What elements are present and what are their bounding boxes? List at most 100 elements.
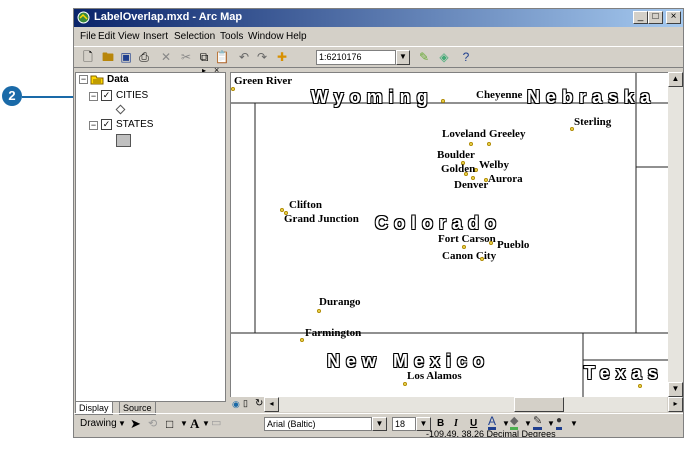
- redo-icon[interactable]: ↷: [254, 50, 270, 65]
- map-label-golden: Golden: [441, 163, 476, 175]
- map-vertical-scrollbar[interactable]: ▲ ▼: [668, 72, 683, 397]
- map-scale-dropdown-button[interactable]: ▼: [396, 50, 410, 65]
- font-select[interactable]: Arial (Baltic): [264, 417, 372, 431]
- states-layer-label[interactable]: STATES: [116, 119, 153, 130]
- add-data-icon[interactable]: ✚: [274, 50, 290, 65]
- menu-edit[interactable]: Edit: [98, 31, 115, 42]
- map-label-los-alamos: Los Alamos: [407, 370, 462, 382]
- states-polygon-symbol[interactable]: [116, 134, 131, 147]
- close-button[interactable]: ×: [666, 11, 681, 24]
- rotate-icon[interactable]: ⟲: [148, 417, 157, 430]
- map-label-loveland: Loveland: [442, 128, 487, 140]
- bold-button[interactable]: B: [437, 418, 444, 429]
- city-point: [469, 142, 473, 146]
- window-title: LabelOverlap.mxd - Arc Map: [94, 11, 243, 23]
- scroll-up-button[interactable]: ▲: [668, 72, 683, 87]
- underline-button[interactable]: U: [470, 418, 477, 429]
- font-size-select[interactable]: 18: [392, 417, 416, 431]
- line-color-icon[interactable]: ✎: [533, 415, 543, 430]
- cities-visibility-checkbox[interactable]: ✓: [101, 90, 112, 101]
- fill-color-dropdown-icon[interactable]: ▼: [524, 419, 532, 428]
- save-icon[interactable]: ▣: [118, 50, 134, 65]
- select-elements-arrow-icon[interactable]: ➤: [130, 416, 141, 432]
- drawing-toolbar: Drawing ▼ ➤ ⟲ □ ▼ A ▼ ▭ Arial (Baltic) ▼…: [74, 413, 683, 434]
- font-color-icon[interactable]: A: [488, 415, 497, 430]
- scroll-down-button[interactable]: ▼: [668, 382, 683, 397]
- status-coordinates: -109.49, 38.26 Decimal Degrees: [426, 429, 556, 438]
- data-frame-label[interactable]: Data: [107, 74, 129, 85]
- map-label-farmington: Farmington: [305, 327, 362, 339]
- map-label-new-mexico: New Mexico: [327, 351, 491, 371]
- copy-icon[interactable]: ⧉: [196, 50, 212, 65]
- map-label-aurora: Aurora: [488, 173, 523, 185]
- city-point: [462, 245, 466, 249]
- map-view[interactable]: Wyoming Nebraska Colorado New Mexico Tex…: [230, 72, 669, 398]
- rectangle-tool-dropdown-icon[interactable]: ▼: [180, 419, 188, 428]
- refresh-icon[interactable]: ↻: [255, 398, 263, 409]
- layout-view-icon[interactable]: ▯: [243, 398, 248, 409]
- states-collapse-icon[interactable]: −: [89, 121, 98, 130]
- map-label-denver: Denver: [454, 179, 489, 191]
- city-point: [487, 142, 491, 146]
- city-point: [489, 241, 493, 245]
- new-document-icon[interactable]: 🗋: [80, 50, 96, 65]
- table-of-contents: − Data − ✓ CITIES − ✓ STATES: [75, 72, 226, 402]
- city-point: [441, 99, 445, 103]
- menu-help[interactable]: Help: [286, 31, 307, 42]
- marker-color-icon[interactable]: ●: [556, 415, 563, 430]
- city-point: [464, 172, 468, 176]
- data-frame-collapse-icon[interactable]: −: [79, 75, 88, 84]
- paste-icon[interactable]: 📋: [214, 50, 230, 65]
- map-bottom-bar: ◉ ▯ ↻ ◂ ▸: [230, 397, 683, 412]
- arccatalog-icon[interactable]: ◈: [436, 50, 452, 65]
- cities-point-symbol[interactable]: [115, 104, 126, 115]
- font-color-dropdown-icon[interactable]: ▼: [502, 419, 510, 428]
- scroll-left-button[interactable]: ◂: [264, 397, 279, 412]
- title-bar[interactable]: LabelOverlap.mxd - Arc Map _ □ ×: [74, 9, 683, 27]
- new-picture-icon[interactable]: ▭: [211, 416, 221, 429]
- city-point: [317, 309, 321, 313]
- map-label-colorado: Colorado: [375, 213, 502, 233]
- horizontal-scroll-thumb[interactable]: [514, 397, 564, 412]
- globe-view-icon[interactable]: ◉: [232, 399, 240, 410]
- drawing-menu-dropdown-icon[interactable]: ▼: [118, 419, 126, 428]
- map-label-greeley: Greeley: [489, 128, 526, 140]
- line-color-dropdown-icon[interactable]: ▼: [547, 419, 555, 428]
- minimize-button[interactable]: _: [633, 11, 648, 24]
- print-icon[interactable]: ⎙: [136, 50, 152, 65]
- menu-file[interactable]: File: [80, 31, 96, 42]
- map-label-wyoming: Wyoming: [311, 87, 434, 107]
- cut-icon[interactable]: ✂: [178, 50, 194, 65]
- menu-tools[interactable]: Tools: [220, 31, 243, 42]
- map-scale-input[interactable]: 1:6210176: [316, 50, 396, 65]
- states-visibility-checkbox[interactable]: ✓: [101, 119, 112, 130]
- cities-collapse-icon[interactable]: −: [89, 92, 98, 101]
- menu-bar: File Edit View Insert Selection Tools Wi…: [74, 28, 683, 45]
- drawing-menu[interactable]: Drawing: [80, 418, 117, 429]
- map-label-durango: Durango: [319, 296, 361, 308]
- city-point: [480, 257, 484, 261]
- whats-this-help-icon[interactable]: ?: [458, 50, 474, 65]
- menu-view[interactable]: View: [118, 31, 140, 42]
- open-folder-icon[interactable]: 🖿: [100, 50, 116, 65]
- menu-window[interactable]: Window: [248, 31, 284, 42]
- city-point: [231, 87, 235, 91]
- map-label-pueblo: Pueblo: [497, 239, 530, 251]
- font-dropdown-button[interactable]: ▼: [372, 417, 387, 431]
- italic-button[interactable]: I: [454, 418, 458, 429]
- text-tool-icon[interactable]: A: [190, 416, 199, 432]
- menu-selection[interactable]: Selection: [174, 31, 215, 42]
- maximize-button[interactable]: □: [648, 11, 663, 24]
- delete-icon[interactable]: ✕: [158, 50, 174, 65]
- horizontal-scroll-track[interactable]: [279, 397, 667, 412]
- undo-icon[interactable]: ↶: [236, 50, 252, 65]
- rectangle-tool-icon[interactable]: □: [166, 417, 173, 431]
- menu-insert[interactable]: Insert: [143, 31, 168, 42]
- map-label-welby: Welby: [479, 159, 509, 171]
- marker-color-dropdown-icon[interactable]: ▼: [570, 419, 578, 428]
- fill-color-icon[interactable]: ◆: [510, 415, 519, 430]
- scroll-right-button[interactable]: ▸: [668, 397, 683, 412]
- editor-toolbar-icon[interactable]: ✎: [416, 50, 432, 65]
- text-tool-dropdown-icon[interactable]: ▼: [202, 419, 210, 428]
- cities-layer-label[interactable]: CITIES: [116, 90, 148, 101]
